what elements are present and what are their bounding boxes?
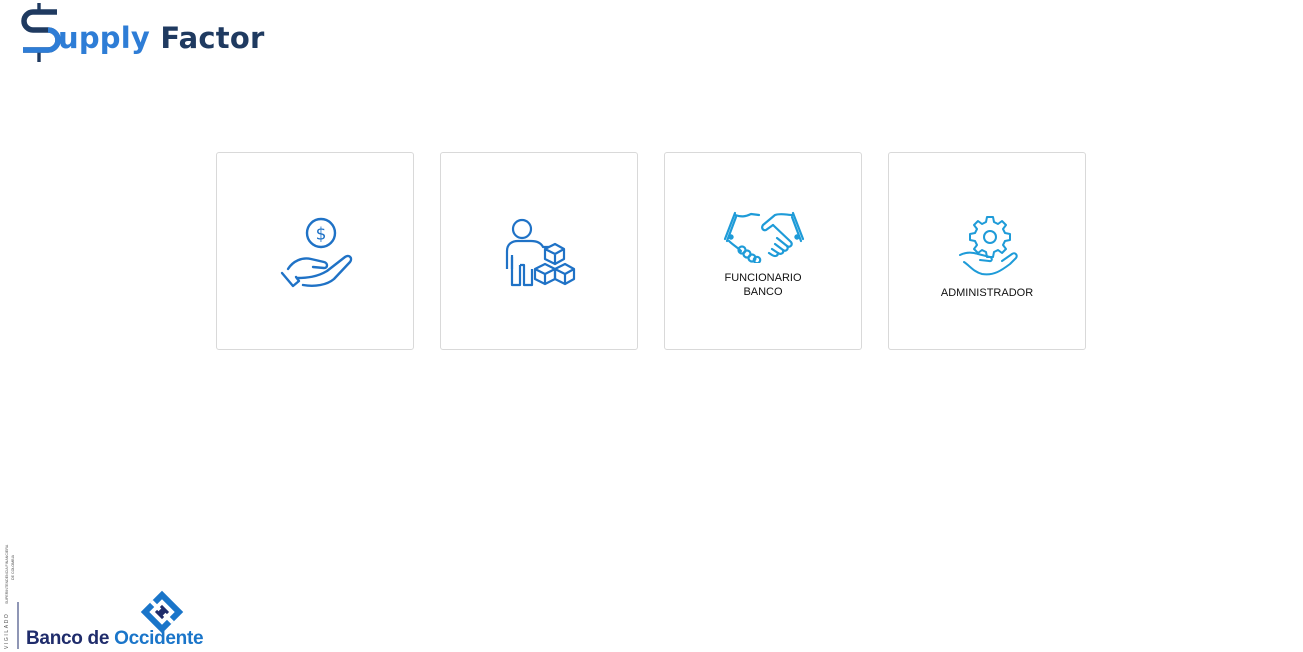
handshake-icon (723, 211, 805, 263)
bank-name-part1: Banco de (26, 628, 110, 649)
de-colombia-text: DE COLOMBIA (11, 554, 15, 580)
card-label-funcionario-banco: FUNCIONARIO BANCO (724, 272, 802, 298)
page: upply Factor $ FUNCIONARIO BANCO ADMINIS… (0, 0, 1303, 652)
vigilado-text: VIGILADO (4, 613, 10, 649)
role-card-bank-officer[interactable]: FUNCIONARIO BANCO (664, 152, 862, 350)
bank-name-part2: Occidente (114, 628, 204, 649)
supply-factor-logo: upply Factor (20, 2, 264, 64)
card-label-administrador: ADMINISTRADOR (940, 287, 1034, 299)
person-boxes-icon (505, 218, 576, 287)
hand-coin-icon: $ (280, 217, 353, 288)
role-card-investor[interactable]: $ (216, 152, 414, 350)
role-card-supplier[interactable] (440, 152, 638, 350)
brand-word-supply: upply (58, 21, 151, 55)
gear-hand-icon (959, 216, 1018, 276)
svg-text:$: $ (316, 225, 327, 245)
superintendencia-text: SUPERINTENDENCIA FINANCIERA (5, 544, 9, 604)
bank-name: Banco de Occidente (26, 628, 204, 650)
brand-name: upply Factor (58, 21, 264, 55)
role-card-administrator[interactable]: ADMINISTRADOR (888, 152, 1086, 350)
brand-word-factor: Factor (160, 21, 265, 55)
vigilado-superintendencia-seal: VIGILADO SUPERINTENDENCIA FINANCIERA DE … (4, 544, 19, 649)
